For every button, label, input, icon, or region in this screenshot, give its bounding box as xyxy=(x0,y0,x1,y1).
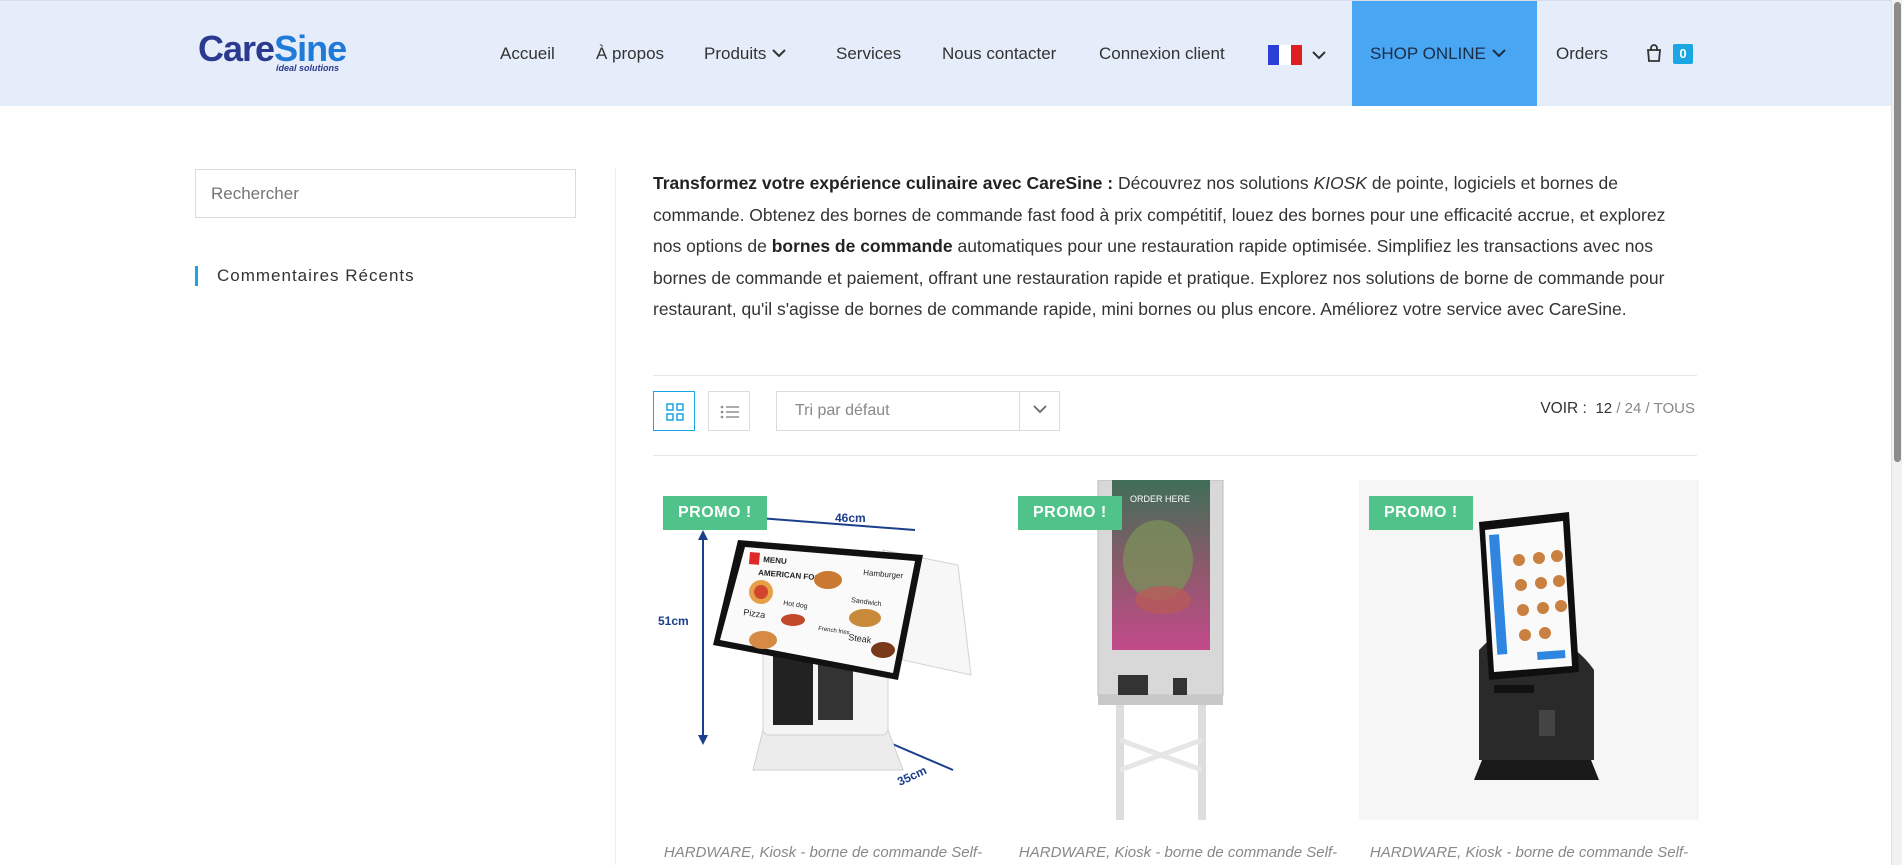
chevron-down-icon xyxy=(772,48,787,57)
voir-label: VOIR : xyxy=(1540,400,1587,417)
intro-kiosk-italic: KIOSK xyxy=(1313,173,1367,193)
per-page-12[interactable]: 12 xyxy=(1595,400,1612,417)
intro-bold-bornes: bornes de commande xyxy=(771,236,953,256)
list-icon xyxy=(720,405,739,419)
sort-select[interactable]: Tri par défaut xyxy=(776,391,1060,431)
caresine-logo[interactable]: CareSine ideal solutions xyxy=(198,29,348,75)
scrollbar-thumb[interactable] xyxy=(1894,2,1901,462)
site-header: CareSine ideal solutions Accueil À propo… xyxy=(0,0,1892,106)
intro-text-1: Découvrez nos solutions xyxy=(1113,173,1314,193)
product-category-3[interactable]: HARDWARE, Kiosk - borne de commande Self… xyxy=(1359,844,1699,861)
promo-badge: PROMO ! xyxy=(1018,496,1122,530)
nav-produits-label: Produits xyxy=(704,44,767,63)
promo-badge: PROMO ! xyxy=(663,496,767,530)
language-chevron-down-icon[interactable] xyxy=(1312,51,1326,60)
intro-paragraph: Transformez votre expérience culinaire a… xyxy=(653,168,1697,326)
sidebar-divider xyxy=(615,168,616,865)
language-flag-fr[interactable] xyxy=(1268,45,1302,65)
cart-count-badge: 0 xyxy=(1673,44,1693,64)
nav-shop-label: SHOP ONLINE xyxy=(1370,44,1486,63)
logo-tagline: ideal solutions xyxy=(276,63,340,73)
search-input[interactable] xyxy=(195,169,576,218)
nav-produits[interactable]: Produits xyxy=(704,1,787,106)
product-card-3[interactable]: PROMO ! xyxy=(1359,480,1699,820)
grid-view-button[interactable] xyxy=(653,391,695,431)
screen-order-here: ORDER HERE xyxy=(1130,494,1190,504)
product-image-1: 46cm 51cm 35cm MENU AMERICAN FOOD Hambur… xyxy=(658,511,972,789)
sort-select-value: Tri par défaut xyxy=(795,402,890,419)
chevron-down-icon xyxy=(1492,48,1506,57)
product-category-2[interactable]: HARDWARE, Kiosk - borne de commande Self… xyxy=(1008,844,1348,861)
product-card-1[interactable]: 46cm 51cm 35cm MENU AMERICAN FOOD Hambur… xyxy=(653,480,993,820)
nav-shop-online[interactable]: SHOP ONLINE xyxy=(1352,1,1537,106)
nav-nous-contacter[interactable]: Nous contacter xyxy=(942,1,1056,106)
product-image-3 xyxy=(1474,512,1599,780)
dim-height-label: 51cm xyxy=(658,614,689,628)
chevron-down-icon xyxy=(1033,405,1047,414)
sort-select-separator xyxy=(1019,392,1020,430)
nav-a-propos[interactable]: À propos xyxy=(596,1,664,106)
grid-icon xyxy=(666,403,684,421)
shopping-bag-icon[interactable] xyxy=(1645,44,1663,62)
nav-orders[interactable]: Orders xyxy=(1556,1,1608,106)
list-view-button[interactable] xyxy=(708,391,750,431)
toolbar-bottom-divider xyxy=(653,455,1697,456)
promo-badge: PROMO ! xyxy=(1369,496,1473,530)
dim-width-label: 46cm xyxy=(835,511,866,525)
per-page-24[interactable]: 24 xyxy=(1625,400,1642,417)
products-per-page: VOIR : 12 / 24 / TOUS xyxy=(1540,400,1695,417)
page-scrollbar[interactable] xyxy=(1891,0,1902,865)
nav-services[interactable]: Services xyxy=(836,1,901,106)
product-image-2: ORDER HERE xyxy=(1097,480,1224,820)
per-page-all[interactable]: TOUS xyxy=(1654,400,1695,417)
intro-bold-heading: Transformez votre expérience culinaire a… xyxy=(653,173,1114,193)
product-category-1[interactable]: HARDWARE, Kiosk - borne de commande Self… xyxy=(653,844,993,861)
product-card-2[interactable]: ORDER HERE PROMO ! xyxy=(1008,480,1348,820)
recent-comments-title: Commentaires Récents xyxy=(195,266,415,286)
nav-connexion-client[interactable]: Connexion client xyxy=(1099,1,1225,106)
toolbar-top-divider xyxy=(653,375,1697,376)
nav-accueil[interactable]: Accueil xyxy=(500,1,555,106)
